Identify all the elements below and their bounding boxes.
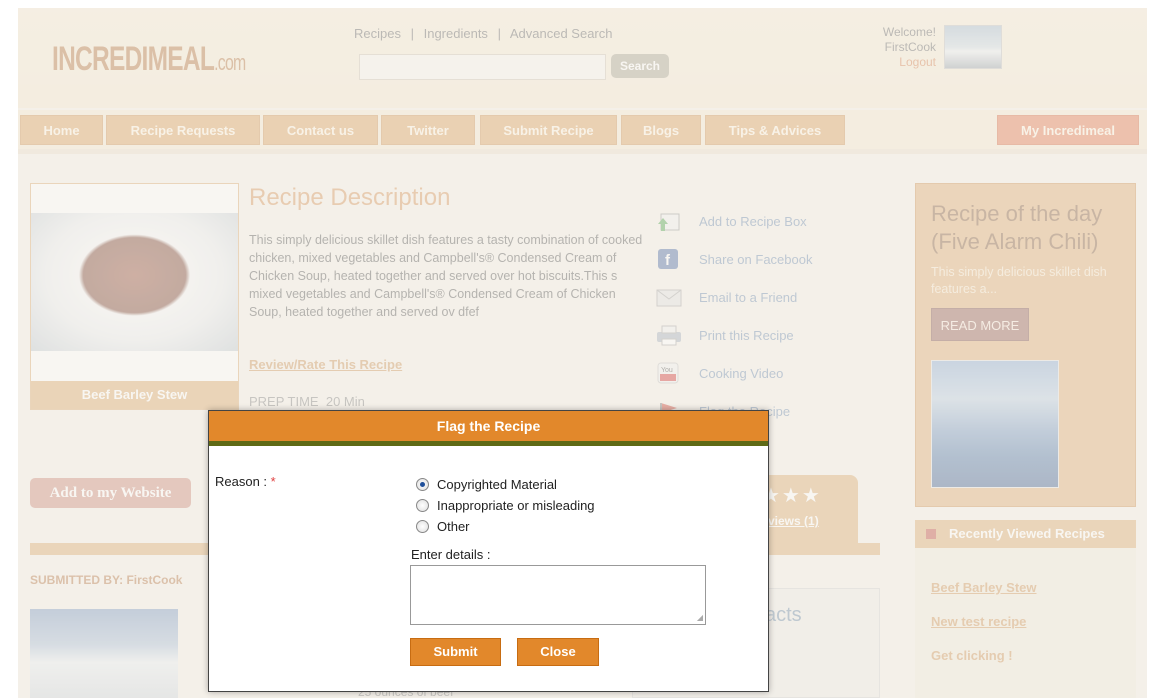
dialog-title-underline bbox=[209, 441, 768, 446]
required-mark: * bbox=[270, 474, 276, 489]
radio-button-selected[interactable] bbox=[416, 478, 429, 491]
reason-label-text: Reason : bbox=[215, 474, 268, 489]
reason-label: Reason : * bbox=[215, 474, 276, 489]
radio-label: Copyrighted Material bbox=[437, 477, 557, 492]
submit-button[interactable]: Submit bbox=[410, 638, 501, 666]
dialog-title: Flag the Recipe bbox=[209, 411, 768, 441]
radio-button[interactable] bbox=[416, 520, 429, 533]
radio-label: Other bbox=[437, 519, 470, 534]
resize-grip-icon[interactable]: ◢ bbox=[697, 613, 703, 622]
radio-label: Inappropriate or misleading bbox=[437, 498, 595, 513]
radio-button[interactable] bbox=[416, 499, 429, 512]
close-button[interactable]: Close bbox=[517, 638, 599, 666]
details-label: Enter details : bbox=[411, 547, 491, 562]
details-textarea[interactable]: ◢ bbox=[410, 565, 706, 625]
